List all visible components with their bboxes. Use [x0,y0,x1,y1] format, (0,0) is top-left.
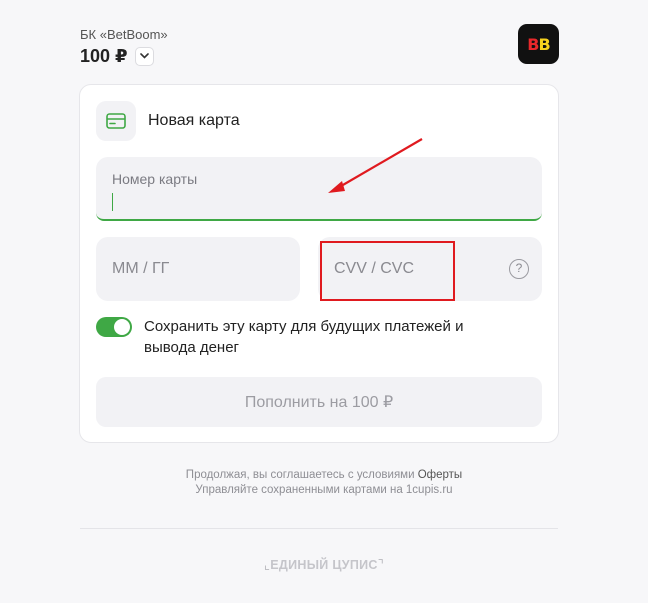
text-caret [112,193,113,211]
expiry-date-field[interactable]: ММ / ГГ [96,237,300,301]
logo-letter-2: B [538,34,551,54]
annotation-arrow-icon [328,138,423,193]
amount-row: 100 ₽ [80,45,168,67]
expiry-date-placeholder: ММ / ГГ [112,260,170,277]
terms-prefix: Продолжая, вы соглашаетесь с условиями [185,469,418,481]
save-card-row: Сохранить эту карту для будущих платежей… [96,317,484,358]
terms-line-1: Продолжая, вы соглашаетесь с условиями О… [0,468,648,483]
annotation-highlight-box [320,241,455,301]
pay-button[interactable]: Пополнить на 100 ₽ [96,377,542,427]
amount-dropdown-button[interactable] [134,46,154,66]
logo-letter-1: B [527,34,539,54]
betboom-logo: BB [518,24,559,64]
bracket-right-icon: ⌝ [377,557,385,572]
payment-card-form: Новая карта Номер карты ММ / ГГ CVV / CV… [79,84,559,443]
card-number-label: Номер карты [112,171,198,187]
terms-text: Продолжая, вы соглашаетесь с условиями О… [0,468,648,498]
save-card-toggle[interactable] [96,317,132,337]
payment-amount: 100 ₽ [80,46,128,66]
help-icon[interactable]: ? [509,259,529,279]
card-header: Новая карта [96,101,240,141]
merchant-name: БК «BetBoom» [80,27,168,42]
toggle-knob [114,319,130,335]
save-card-label: Сохранить эту карту для будущих платежей… [144,318,464,356]
credit-card-icon [96,101,136,141]
divider [80,528,558,529]
chevron-down-icon [139,53,149,59]
offer-link[interactable]: Оферты [418,469,462,481]
card-form-title: Новая карта [148,112,240,129]
footer-brand-logo: ⌞ЕДИНЫЙ ЦУПИС⌝ [0,557,648,573]
footer-brand-text: ЕДИНЫЙ ЦУПИС [270,558,378,572]
terms-line-2: Управляйте сохраненными картами на 1cupi… [195,484,453,496]
merchant-info: БК «BetBoom» 100 ₽ [80,27,168,67]
